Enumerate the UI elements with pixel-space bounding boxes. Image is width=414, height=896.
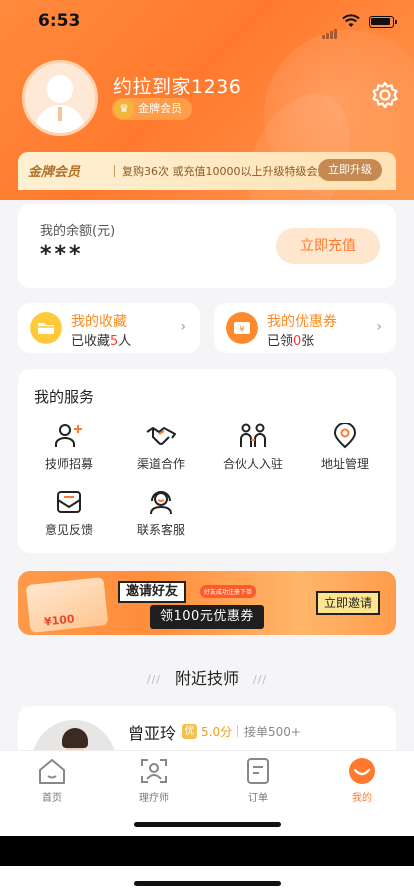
- divider: [237, 725, 238, 737]
- coupons-title: 我的优惠券: [267, 314, 337, 330]
- service-label: 合伙人入驻: [222, 457, 283, 471]
- technician-orders: 接单500+: [244, 725, 301, 739]
- home-indicator: [134, 881, 281, 886]
- vip-description: 复购36次 或充值10000以上升级特级会员: [122, 165, 329, 178]
- balance-card: 我的余额(元) *** 立即充值: [18, 204, 396, 288]
- status-bar: 6:53: [0, 0, 414, 44]
- invite-friends-banner[interactable]: ¥100 邀请好友 好友成功注册下单 领100元优惠券 立即邀请: [18, 571, 396, 635]
- tab-therapist[interactable]: 理疗师: [114, 757, 194, 804]
- recharge-button[interactable]: 立即充值: [276, 228, 380, 264]
- profile-header: 6:53 约拉到家1236 ♛ 金牌会员 金牌会员 复购36次 或充值10000…: [0, 0, 414, 200]
- feedback-icon: [57, 491, 81, 513]
- divider: ///: [146, 673, 161, 686]
- balance-amount: ***: [40, 242, 84, 267]
- technician-score: 5.0分: [201, 725, 233, 739]
- tab-label: 首页: [42, 793, 62, 804]
- balance-label: 我的余额(元): [40, 224, 116, 239]
- home-indicator: [134, 822, 281, 827]
- invite-subtitle: 好友成功注册下单: [200, 585, 257, 598]
- favorites-count: 已收藏5人: [71, 334, 132, 349]
- nearby-title: 附近技师: [174, 669, 239, 688]
- status-time: 6:53: [38, 11, 81, 31]
- service-label: 联系客服: [136, 523, 185, 537]
- service-label: 渠道合作: [136, 457, 185, 471]
- svg-text:¥: ¥: [239, 325, 245, 335]
- handshake-icon: [146, 427, 176, 445]
- crown-icon: ♛: [114, 99, 134, 119]
- screen: 6:53 约拉到家1236 ♛ 金牌会员 金牌会员 复购36次 或充值10000…: [0, 0, 414, 836]
- gear-icon[interactable]: [370, 80, 400, 110]
- technician-name: 曾亚玲: [128, 724, 177, 743]
- nearby-technicians-heading: /// 附近技师 ///: [0, 665, 414, 689]
- service-label: 意见反馈: [44, 523, 93, 537]
- coupons-count: 已领0张: [267, 334, 315, 349]
- premium-tag: 优: [182, 724, 197, 739]
- tab-label: 理疗师: [139, 793, 169, 804]
- service-feedback[interactable]: 意见反馈: [22, 489, 116, 538]
- order-icon: [247, 758, 269, 784]
- services-title: 我的服务: [34, 388, 95, 406]
- wifi-icon: [342, 14, 360, 27]
- location-pin-icon: [333, 423, 357, 449]
- username: 约拉到家1236: [113, 76, 242, 98]
- my-services-card: 我的服务 技师招募 渠道合作 合伙人入驻 地址管理 意见反馈 联系客服: [18, 369, 396, 553]
- vip-upgrade-bar: 金牌会员 复购36次 或充值10000以上升级特级会员 立即升级: [18, 152, 396, 190]
- home-icon: [39, 759, 65, 784]
- service-customer-support[interactable]: 联系客服: [114, 489, 208, 538]
- divider: ///: [253, 673, 268, 686]
- invite-coupon-text: 领100元优惠券: [150, 605, 264, 629]
- upgrade-button[interactable]: 立即升级: [318, 159, 382, 181]
- cellular-signal-icon: [322, 20, 338, 39]
- service-label: 技师招募: [44, 457, 93, 471]
- service-label: 地址管理: [320, 457, 369, 471]
- folder-icon: [30, 312, 62, 344]
- chevron-right-icon: ›: [376, 319, 382, 335]
- service-partner-join[interactable]: 合伙人入驻: [206, 423, 300, 472]
- chevron-right-icon: ›: [180, 319, 186, 335]
- tab-mine[interactable]: 我的: [322, 757, 402, 804]
- tab-label: 订单: [248, 793, 268, 804]
- tab-label: 我的: [352, 793, 372, 804]
- favorites-card[interactable]: 我的收藏 已收藏5人 ›: [18, 303, 200, 353]
- service-address-management[interactable]: 地址管理: [298, 423, 392, 472]
- tab-home[interactable]: 首页: [12, 757, 92, 804]
- service-channel-cooperation[interactable]: 渠道合作: [114, 423, 208, 472]
- headset-icon: [150, 491, 172, 515]
- favorites-title: 我的收藏: [71, 314, 127, 330]
- mine-icon: [349, 758, 375, 784]
- tab-orders[interactable]: 订单: [218, 757, 298, 804]
- divider: [114, 165, 115, 177]
- invite-title: 邀请好友: [118, 581, 187, 603]
- therapist-icon: [141, 759, 167, 783]
- person-add-icon: [55, 424, 82, 447]
- member-badge: ♛ 金牌会员: [112, 98, 192, 120]
- battery-icon: [369, 16, 397, 28]
- partners-icon: [240, 423, 266, 447]
- vip-title: 金牌会员: [28, 165, 81, 180]
- invite-now-button[interactable]: 立即邀请: [315, 591, 380, 615]
- service-technician-recruit[interactable]: 技师招募: [22, 423, 116, 472]
- member-badge-label: 金牌会员: [138, 102, 182, 115]
- avatar[interactable]: [22, 60, 98, 136]
- coupons-card[interactable]: ¥ 我的优惠券 已领0张 ›: [214, 303, 396, 353]
- coupon-icon: ¥: [226, 312, 258, 344]
